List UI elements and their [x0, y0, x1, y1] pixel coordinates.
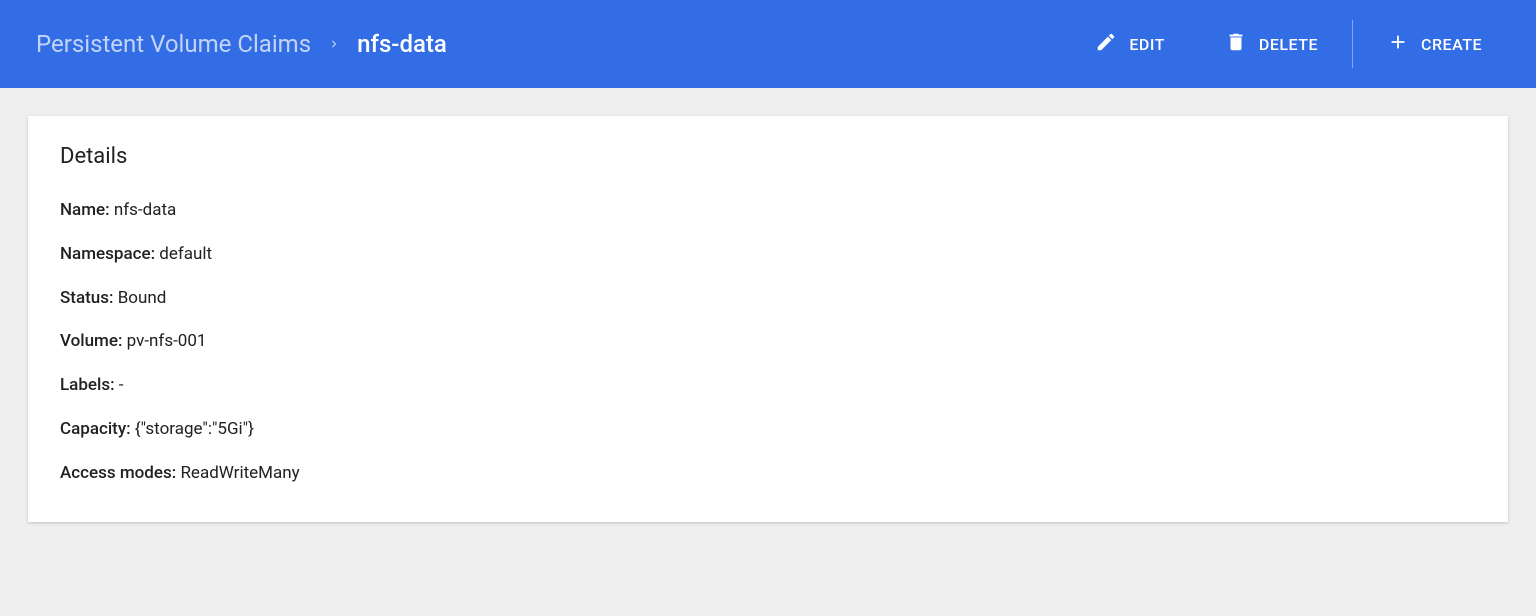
header-actions: EDIT DELETE CREATE — [1065, 20, 1512, 68]
detail-value: Bound — [118, 288, 167, 308]
detail-value: ReadWriteMany — [180, 463, 299, 483]
app-header: Persistent Volume Claims nfs-data EDIT D… — [0, 0, 1536, 88]
detail-value: default — [159, 244, 212, 264]
edit-label: EDIT — [1129, 35, 1165, 54]
breadcrumb-parent-link[interactable]: Persistent Volume Claims — [36, 30, 311, 58]
detail-row-capacity: Capacity: {"storage":"5Gi"} — [60, 418, 1476, 442]
edit-button[interactable]: EDIT — [1065, 21, 1195, 67]
create-button[interactable]: CREATE — [1357, 21, 1512, 67]
detail-label: Labels: — [60, 375, 115, 395]
detail-value: nfs-data — [114, 200, 176, 220]
details-card: Details Name: nfs-data Namespace: defaul… — [28, 116, 1508, 522]
action-divider — [1352, 20, 1353, 68]
delete-button[interactable]: DELETE — [1195, 21, 1348, 67]
detail-row-status: Status: Bound — [60, 287, 1476, 311]
detail-label: Volume: — [60, 331, 122, 351]
content-area: Details Name: nfs-data Namespace: defaul… — [0, 88, 1536, 550]
detail-row-namespace: Namespace: default — [60, 243, 1476, 267]
create-label: CREATE — [1421, 35, 1482, 54]
detail-label: Capacity: — [60, 419, 131, 439]
detail-value: {"storage":"5Gi"} — [135, 419, 254, 439]
detail-value: pv-nfs-001 — [127, 331, 207, 351]
detail-row-access-modes: Access modes: ReadWriteMany — [60, 462, 1476, 486]
detail-label: Status: — [60, 288, 113, 308]
detail-row-labels: Labels: - — [60, 374, 1476, 398]
chevron-right-icon — [327, 37, 341, 51]
detail-label: Access modes: — [60, 463, 176, 483]
detail-row-volume: Volume: pv-nfs-001 — [60, 330, 1476, 354]
card-title: Details — [60, 144, 1476, 169]
breadcrumb-current: nfs-data — [357, 30, 447, 58]
trash-icon — [1225, 31, 1247, 57]
pencil-icon — [1095, 31, 1117, 57]
plus-icon — [1387, 31, 1409, 57]
detail-row-name: Name: nfs-data — [60, 199, 1476, 223]
detail-label: Name: — [60, 200, 110, 220]
detail-label: Namespace: — [60, 244, 155, 264]
detail-value: - — [119, 375, 124, 395]
breadcrumb: Persistent Volume Claims nfs-data — [36, 30, 447, 58]
delete-label: DELETE — [1259, 35, 1318, 54]
